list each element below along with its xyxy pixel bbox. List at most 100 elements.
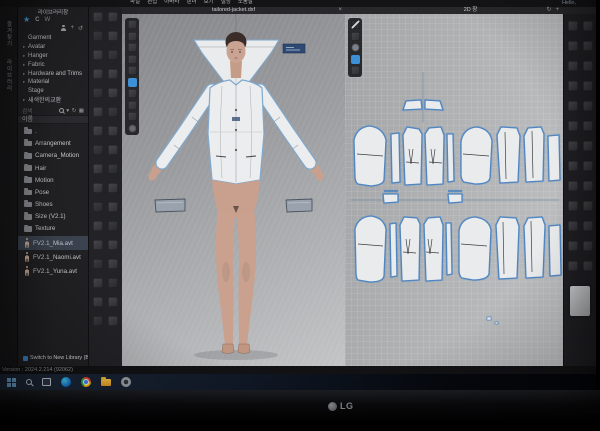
main-tool-icon-31[interactable] [93,297,103,307]
library-tree-item[interactable]: ▸ Hanger [23,52,86,61]
favorites-star-icon[interactable]: ★ [23,16,30,24]
pattern-tool-icon-16[interactable] [583,161,593,171]
main-tool-icon-20[interactable] [108,183,118,193]
pattern-tool-icon-6[interactable] [583,61,593,71]
menu-item[interactable]: 파일 [130,0,140,5]
pattern-tool-icon-13[interactable] [568,141,578,151]
folder-row[interactable]: Pose [18,186,88,198]
pattern-tool-icon-24[interactable] [583,241,593,251]
avatar-file-row[interactable]: FV2.1_Naomi.avt [18,250,88,264]
pattern-tool-icon-2[interactable] [583,21,593,31]
refresh-icon[interactable]: ↻ [72,108,77,114]
display-toggle-2d-icon-2[interactable] [351,32,360,41]
add-avatar-icon[interactable] [60,25,66,31]
library-tree-item[interactable]: ▸ Avatar [23,43,86,52]
folder-row[interactable]: Texture [18,223,88,235]
start-button[interactable] [7,378,16,387]
library-tree-item[interactable]: ▸ Garment [23,34,86,43]
display-toggle-2d-icon-4[interactable] [351,55,360,64]
pattern-piece-row2[interactable] [355,216,561,282]
pattern-tool-icon-9[interactable] [568,101,578,111]
pattern-tool-icon-17[interactable] [568,181,578,191]
add-item-icon[interactable]: + [70,25,74,31]
folder-row[interactable]: Hair [18,162,88,174]
pattern-tool-icon-18[interactable] [583,181,593,191]
display-toggle-icon-8[interactable] [128,101,137,110]
undo-icon[interactable]: ↺ [78,25,83,32]
main-tool-icon-19[interactable] [93,183,103,193]
library-tree-item[interactable]: ▸ Hardware and Trims [23,69,86,78]
main-tool-icon-18[interactable] [108,164,118,174]
folder-row[interactable]: Camera_Motion [18,150,88,162]
main-tool-icon-25[interactable] [93,240,103,250]
main-tool-icon-17[interactable] [93,164,103,174]
main-tool-icon-11[interactable] [93,107,103,117]
display-toggle-icon-6[interactable] [128,78,137,87]
main-tool-icon-34[interactable] [108,316,118,326]
display-toggle-2d-icon-1[interactable] [351,20,360,29]
folder-row[interactable]: Motion [18,174,88,186]
main-tool-icon-8[interactable] [108,69,118,79]
canvas-2d[interactable] [345,14,563,366]
pattern-tool-icon-7[interactable] [568,81,578,91]
menu-item[interactable]: 편집 [147,0,157,5]
chrome-icon[interactable] [81,377,91,387]
canvas-3d[interactable] [122,14,345,366]
main-tool-icon-33[interactable] [93,316,103,326]
right-sleeve-piece[interactable] [260,90,310,163]
menu-item[interactable]: 도움말 [238,0,253,5]
pattern-tool-icon-15[interactable] [568,161,578,171]
pattern-tool-icon-5[interactable] [568,61,578,71]
main-tool-icon-5[interactable] [93,50,103,60]
pattern-tool-icon-26[interactable] [583,261,593,271]
workspace-icon[interactable]: W [45,17,51,23]
dock-tab[interactable]: 라이브러리 [5,59,13,92]
display-toggle-icon-2[interactable] [128,32,137,41]
main-tool-icon-26[interactable] [108,240,118,250]
main-tool-icon-14[interactable] [108,126,118,136]
dock-tab[interactable]: 즐겨찾기 [5,21,13,47]
main-tool-icon-10[interactable] [108,88,118,98]
pocket-flap-piece-left[interactable] [155,199,185,212]
search-dropdown-icon[interactable]: ▾ [66,108,69,114]
left-sleeve-piece[interactable] [162,90,212,163]
add-2d-icon[interactable]: + [555,7,559,14]
library-tree-item[interactable]: ▸ Material [23,78,86,87]
pattern-label-tag[interactable] [283,44,305,53]
main-tool-icon-6[interactable] [108,50,118,60]
main-tool-icon-13[interactable] [93,126,103,136]
settings-app-icon[interactable] [121,377,131,387]
main-tool-icon-32[interactable] [108,297,118,307]
display-toggle-2d-icon-3[interactable] [351,43,360,52]
pattern-tool-icon-22[interactable] [583,221,593,231]
pattern-tool-icon-3[interactable] [568,41,578,51]
main-tool-icon-21[interactable] [93,202,103,212]
jacket-body-piece[interactable] [208,80,264,184]
main-tool-icon-16[interactable] [108,145,118,155]
connect-icon[interactable]: C [35,17,39,23]
main-tool-icon-22[interactable] [108,202,118,212]
pattern-tool-icon-19[interactable] [568,201,578,211]
menu-item[interactable]: 보기 [204,0,214,5]
edge-icon[interactable] [61,377,71,387]
search-icon[interactable] [59,108,64,113]
main-tool-icon-2[interactable] [108,12,118,22]
name-column-header[interactable]: 이름 [18,115,88,124]
menu-item[interactable]: 설정 [221,0,231,5]
pattern-tool-icon-11[interactable] [568,121,578,131]
folder-row[interactable]: Arrangement [18,138,88,150]
pattern-tool-icon-20[interactable] [583,201,593,211]
library-tree-item[interactable]: ▸ Fabric [23,60,86,69]
pattern-tool-icon-12[interactable] [583,121,593,131]
avatar-file-row[interactable]: FV2.1_Yuna.avt [18,264,88,278]
pattern-tool-icon-4[interactable] [583,41,593,51]
pattern-tool-icon-10[interactable] [583,101,593,111]
main-tool-icon-24[interactable] [108,221,118,231]
library-tree-item[interactable]: ▸ 새색한의교환 [23,96,86,105]
view-grid-icon[interactable]: ▦ [79,108,84,114]
display-toggle-2d-icon-5[interactable] [351,66,360,75]
pattern-piece-scraps[interactable] [487,317,498,324]
main-tool-icon-29[interactable] [93,278,103,288]
pattern-tool-icon-8[interactable] [583,81,593,91]
library-tree-item[interactable]: ▸ Stage [23,87,86,96]
